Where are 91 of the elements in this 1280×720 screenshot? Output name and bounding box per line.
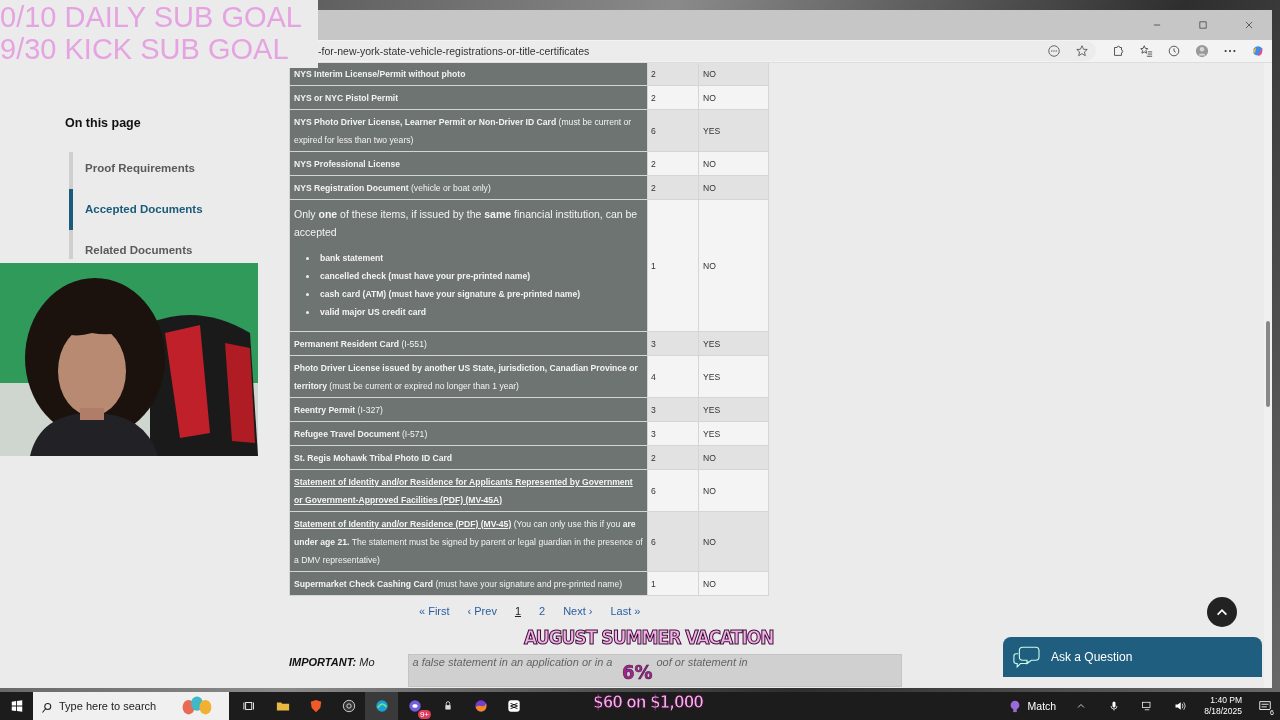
star-icon xyxy=(1075,44,1089,58)
usable-value: NO xyxy=(703,260,716,271)
document-name: Permanent Resident Card (I-551) xyxy=(294,338,428,351)
speaker-icon xyxy=(1173,700,1186,712)
page-link[interactable]: « First xyxy=(414,603,455,619)
list-item: cancelled check (must have your pre-printed name) xyxy=(304,267,531,285)
microphone-icon xyxy=(1107,700,1120,712)
list-item: bank statement xyxy=(304,249,384,267)
list-item: cash card (ATM) (must have your signature & pre-printed name) xyxy=(304,285,581,303)
message-icon xyxy=(1258,699,1272,713)
page-link[interactable]: Next › xyxy=(558,603,598,619)
document-name: Supermarket Check Cashing Card (must have your signature and pre-printed name) xyxy=(294,578,624,591)
scroll-top-button[interactable] xyxy=(1207,597,1237,627)
usable-value: NO xyxy=(703,92,716,103)
points-value: 1 xyxy=(651,578,656,589)
search-field[interactable]: Type here to search xyxy=(33,692,229,720)
usable-value: YES xyxy=(703,338,721,349)
notice-text: Mo xyxy=(359,656,375,668)
points-value: 4 xyxy=(651,371,656,382)
usable-value: NO xyxy=(703,182,716,193)
goal-amount: $60 on $1,000 xyxy=(593,692,703,712)
avatar-icon xyxy=(1195,44,1209,58)
maximize-icon xyxy=(1198,20,1208,30)
goal-title: AUGUST SUMMER VACATION xyxy=(524,626,774,648)
task-view-icon xyxy=(242,699,257,713)
weather-widget[interactable]: Match xyxy=(999,699,1065,713)
scrollbar-thumb[interactable] xyxy=(1266,321,1270,407)
usable-value: NO xyxy=(703,485,716,496)
points-value: 3 xyxy=(651,428,656,439)
usable-value: YES xyxy=(703,371,721,382)
page-link[interactable]: 2 xyxy=(534,603,551,619)
usable-value: YES xyxy=(703,125,721,136)
page-link[interactable]: 1 xyxy=(509,603,527,619)
star-list-icon xyxy=(1139,44,1153,58)
points-value: 2 xyxy=(651,68,656,79)
usable-value: NO xyxy=(703,68,716,79)
document-name: Refugee Travel Document (I-571) xyxy=(294,428,429,441)
controller-icon xyxy=(407,699,422,713)
search-icon xyxy=(41,702,53,714)
points-value: 2 xyxy=(651,92,656,103)
close-icon xyxy=(1244,20,1254,30)
goal-percent: 6% xyxy=(622,660,653,684)
points-value: 2 xyxy=(651,452,656,463)
usable-value: NO xyxy=(703,536,716,547)
goal-text: 0/10 DAILY SUB GOAL xyxy=(0,1,303,33)
chat-bubbles-icon xyxy=(1011,645,1043,669)
points-value: 2 xyxy=(651,158,656,169)
points-value: 3 xyxy=(651,404,656,415)
cell-text: Only one of these items, if issued by the same financial institution, can be accepted xyxy=(294,207,639,240)
aperture-icon xyxy=(341,699,356,713)
points-value: 6 xyxy=(651,536,656,547)
document-name: St. Regis Mohawk Tribal Photo ID Card xyxy=(294,452,454,465)
document-name: Photo Driver License issued by another US State, jurisdiction, Canadian Province or territory (must be current or expired no longer than 1 year) xyxy=(294,362,639,393)
points-value: 1 xyxy=(651,260,656,271)
document-name: Reentry Permit (I-327) xyxy=(294,404,384,417)
history-icon xyxy=(1167,44,1181,58)
document-name: Statement of Identity and/or Residence (PDF) (MV-45) (You can only use this if you are under age 21. The statement must be signed by parent or legal guardian in the presence of a DMV representative) xyxy=(294,518,643,567)
document-name: NYS Professional License xyxy=(294,158,402,171)
scissors-logo-icon xyxy=(506,699,521,713)
dots-circle-icon xyxy=(1047,44,1061,58)
swirl-icon xyxy=(1251,44,1265,58)
sidebar-heading: On this page xyxy=(65,116,141,130)
important-label: IMPORTANT: xyxy=(289,656,357,668)
points-value: 6 xyxy=(651,125,656,136)
usable-value: YES xyxy=(703,428,721,439)
points-value: 3 xyxy=(651,338,656,349)
document-name: NYS Registration Document (vehicle or boat only) xyxy=(294,182,492,195)
shield-icon xyxy=(308,699,323,713)
document-link[interactable]: Statement of Identity and/or Residence (PDF) (MV-45) xyxy=(294,519,512,529)
windows-logo-icon xyxy=(9,699,24,713)
points-value: 2 xyxy=(651,182,656,193)
usable-value: NO xyxy=(703,452,716,463)
usable-value: YES xyxy=(703,404,721,415)
taskbar-app[interactable]: 9+ xyxy=(398,692,431,720)
notice-text: oof or statement in xyxy=(656,656,748,668)
ask-question-button[interactable]: Ask a Question xyxy=(1003,637,1262,677)
page-link[interactable]: Last » xyxy=(605,603,646,619)
page-link[interactable]: ‹ Prev xyxy=(462,603,502,619)
usable-value: NO xyxy=(703,578,716,589)
network-icon xyxy=(1140,700,1153,712)
document-name: NYS or NYC Pistol Permit xyxy=(294,92,400,105)
puzzle-icon xyxy=(1111,44,1125,58)
list-item: valid major US credit card xyxy=(304,303,427,321)
points-value: 6 xyxy=(651,485,656,496)
usable-value: NO xyxy=(703,158,716,169)
document-name: NYS Photo Driver License, Learner Permit or Non-Driver ID Card (must be current or expired for less than two years) xyxy=(294,116,633,147)
document-name: NYS Interim License/Permit without photo xyxy=(294,68,467,81)
clock[interactable]: 1:40 PM 8/18/2025 xyxy=(1196,695,1250,717)
notice-text: a false statement in an application or in a xyxy=(412,656,613,668)
wave-circle-icon xyxy=(374,699,389,713)
notification-badge: 9+ xyxy=(417,710,431,719)
